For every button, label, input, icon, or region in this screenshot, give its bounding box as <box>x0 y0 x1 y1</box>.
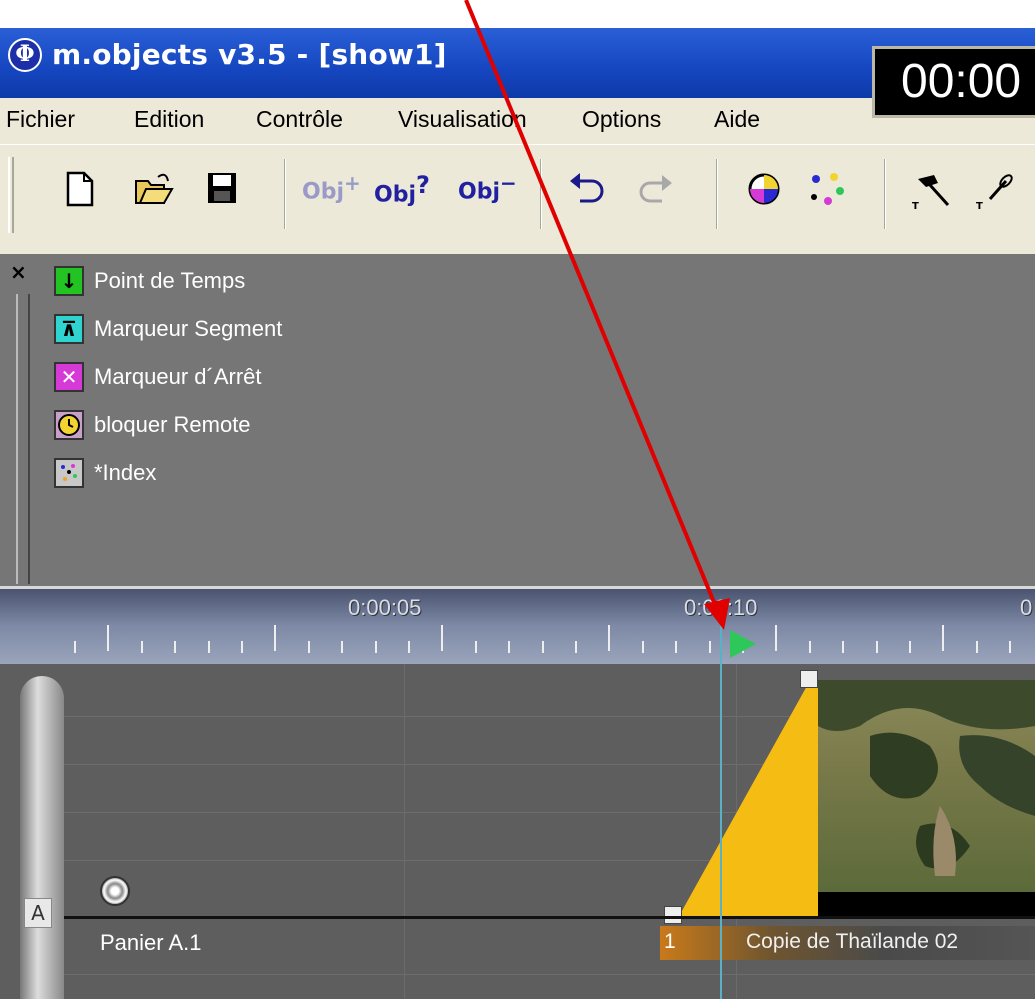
palette-item-bloquer-remote[interactable]: bloquer Remote <box>54 408 251 442</box>
playhead-line[interactable] <box>720 626 722 999</box>
svg-text:T: T <box>912 201 919 211</box>
toolbar-separator <box>540 159 542 229</box>
toolbar-separator <box>716 159 718 229</box>
new-document-icon[interactable] <box>66 171 94 211</box>
palette-item-point-de-temps[interactable]: ↓ Point de Temps <box>54 264 245 298</box>
open-folder-icon[interactable] <box>134 171 174 211</box>
link-tool-icon[interactable]: T <box>976 171 1016 212</box>
palette-item-marqueur-segment[interactable]: ⊼ Marqueur Segment <box>54 312 282 346</box>
menu-options[interactable]: Options <box>582 106 661 133</box>
palette-item-label: Marqueur d´Arrêt <box>94 364 262 389</box>
obj-label: Obj <box>458 179 500 205</box>
redo-icon[interactable] <box>636 171 676 211</box>
save-disk-icon[interactable] <box>206 171 238 211</box>
clip-number: 1 <box>664 930 676 953</box>
toolbar-separator <box>884 159 886 229</box>
palette-item-marqueur-arret[interactable]: ✕ Marqueur d´Arrêt <box>54 360 262 394</box>
toolbar-separator <box>284 159 286 229</box>
menu-controle[interactable]: Contrôle <box>256 106 343 133</box>
fade-ramp[interactable] <box>678 684 818 918</box>
palette-item-label: *Index <box>94 460 157 485</box>
play-marker-icon[interactable] <box>730 630 756 658</box>
track-baseline <box>64 916 1035 919</box>
timecode-display: 00:00 <box>872 46 1035 118</box>
timeline: 0:00:05 0:00:10 0 A Panier A.1 1 Copie d… <box>0 586 1035 999</box>
reel-icon[interactable] <box>100 876 130 906</box>
hammer-icon[interactable]: T <box>912 171 956 212</box>
palette-item-label: Point de Temps <box>94 268 246 293</box>
obj-label: Obj <box>374 182 416 208</box>
object-palette-panel: × ↓ Point de Temps ⊼ Marqueur Segment ✕ … <box>0 254 1035 586</box>
clock-icon <box>54 410 84 440</box>
m-objects-logo-icon[interactable]: Φ <box>8 38 42 72</box>
svg-text:T: T <box>976 201 983 211</box>
clip-start-handle[interactable] <box>664 906 682 924</box>
menu-edition[interactable]: Edition <box>134 106 204 133</box>
obj-label: Obj <box>302 179 344 205</box>
object-info-icon[interactable]: Obj? <box>374 171 430 211</box>
add-object-icon[interactable]: Obj+ <box>302 171 361 211</box>
close-icon[interactable]: × <box>10 260 27 284</box>
menu-aide[interactable]: Aide <box>714 106 760 133</box>
panel-grip[interactable] <box>16 294 30 584</box>
clip-thumbnail[interactable] <box>818 680 1035 918</box>
toolbar: Obj+ Obj? Obj− T T <box>0 144 1035 254</box>
menu-visualisation[interactable]: Visualisation <box>398 106 527 133</box>
clip-end-handle[interactable] <box>800 670 818 688</box>
track-letter[interactable]: A <box>24 898 52 928</box>
palette-item-index[interactable]: *Index <box>54 456 156 490</box>
index-icon <box>54 458 84 488</box>
toolbar-grip[interactable] <box>8 157 14 233</box>
window-title: m.objects v3.5 - [show1] <box>52 38 447 71</box>
undo-icon[interactable] <box>566 171 606 211</box>
stop-cross-icon: ✕ <box>54 362 84 392</box>
remove-object-icon[interactable]: Obj− <box>458 171 517 211</box>
down-arrow-icon: ↓ <box>54 266 84 296</box>
palette-item-label: bloquer Remote <box>94 412 251 437</box>
color-scatter-icon[interactable] <box>806 171 846 211</box>
segment-marker-icon: ⊼ <box>54 314 84 344</box>
menu-fichier[interactable]: Fichier <box>6 106 75 133</box>
palette-item-label: Marqueur Segment <box>94 316 283 341</box>
color-wheel-icon[interactable] <box>746 171 782 211</box>
clip-caption: Copie de Thaïlande 02 <box>746 930 959 953</box>
track-name: Panier A.1 <box>100 930 202 955</box>
